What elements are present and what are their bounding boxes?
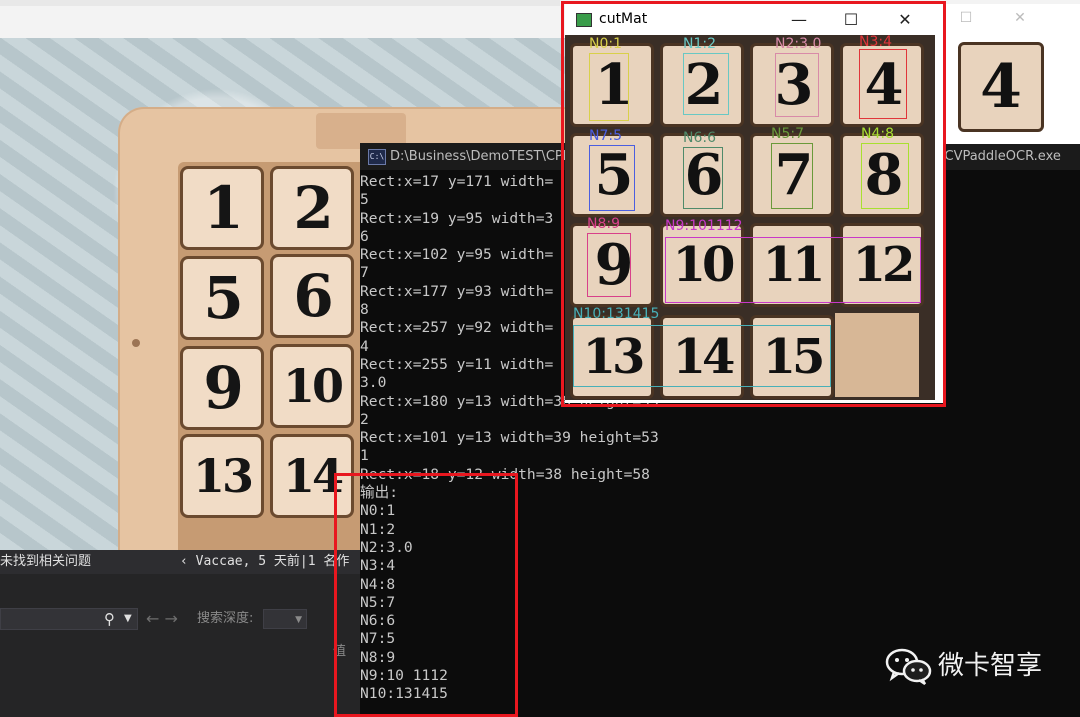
console-title-path: D:\Business\DemoTEST\CPP: [390, 149, 571, 164]
tile-number: 13: [192, 449, 254, 503]
console-line: 1: [360, 447, 369, 465]
search-icon[interactable]: ⚲: [104, 606, 115, 632]
tray-dot: [132, 339, 140, 347]
highlight-cutmat-box: [561, 1, 946, 407]
photo-tile: 10: [270, 344, 354, 428]
tile-number: 4: [980, 52, 1022, 122]
tile-number: 6: [293, 262, 333, 330]
status-no-issues: 未找到相关问题: [0, 554, 92, 569]
photo-tile: 6: [270, 254, 354, 338]
tile-number: 5: [203, 264, 243, 332]
highlight-output-box: [334, 473, 518, 717]
tile-number: 9: [203, 354, 243, 422]
nav-arrows[interactable]: ← →: [146, 606, 178, 632]
chevron-down-icon: ▼: [295, 615, 302, 625]
chevron-down-icon[interactable]: ▼: [124, 606, 132, 632]
photo-tile: 13: [180, 434, 264, 518]
search-depth-label: 搜索深度:: [197, 611, 254, 626]
photo-tile: 2: [270, 166, 354, 250]
photo-tile: 1: [180, 166, 264, 250]
wechat-icon: [885, 648, 932, 686]
ide-status-bar: 未找到相关问题 ‹ Vaccae, 5 天前|1 名作: [0, 550, 360, 574]
status-author-info[interactable]: ‹ Vaccae, 5 天前|1 名作: [180, 550, 349, 574]
tile-number: 1: [203, 174, 243, 242]
tile-number: 14: [282, 449, 344, 503]
inactive-window-tile: 4: [958, 42, 1044, 132]
console-icon: C:\: [368, 149, 386, 165]
ide-search-toolbar: ⚲ ▼ ← → 搜索深度: ▼: [0, 606, 360, 632]
console-line: 2: [360, 410, 369, 428]
photo-tile: 5: [180, 256, 264, 340]
maximize-icon[interactable]: ☐: [953, 10, 979, 26]
watermark-text: 微卡智享: [938, 651, 1043, 681]
photo-tile: 9: [180, 346, 264, 430]
toolbar-strip: [0, 0, 560, 6]
tile-number: 10: [282, 359, 344, 413]
close-icon[interactable]: ✕: [1007, 10, 1033, 26]
ide-bottom-panel: 未找到相关问题 ‹ Vaccae, 5 天前|1 名作 ⚲ ▼ ← → 搜索深度…: [0, 550, 360, 717]
search-depth-select[interactable]: ▼: [263, 609, 307, 629]
tile-number: 2: [293, 174, 333, 242]
search-input[interactable]: [0, 608, 138, 630]
console-line: Rect:x=101 y=13 width=39 height=53: [360, 429, 659, 447]
